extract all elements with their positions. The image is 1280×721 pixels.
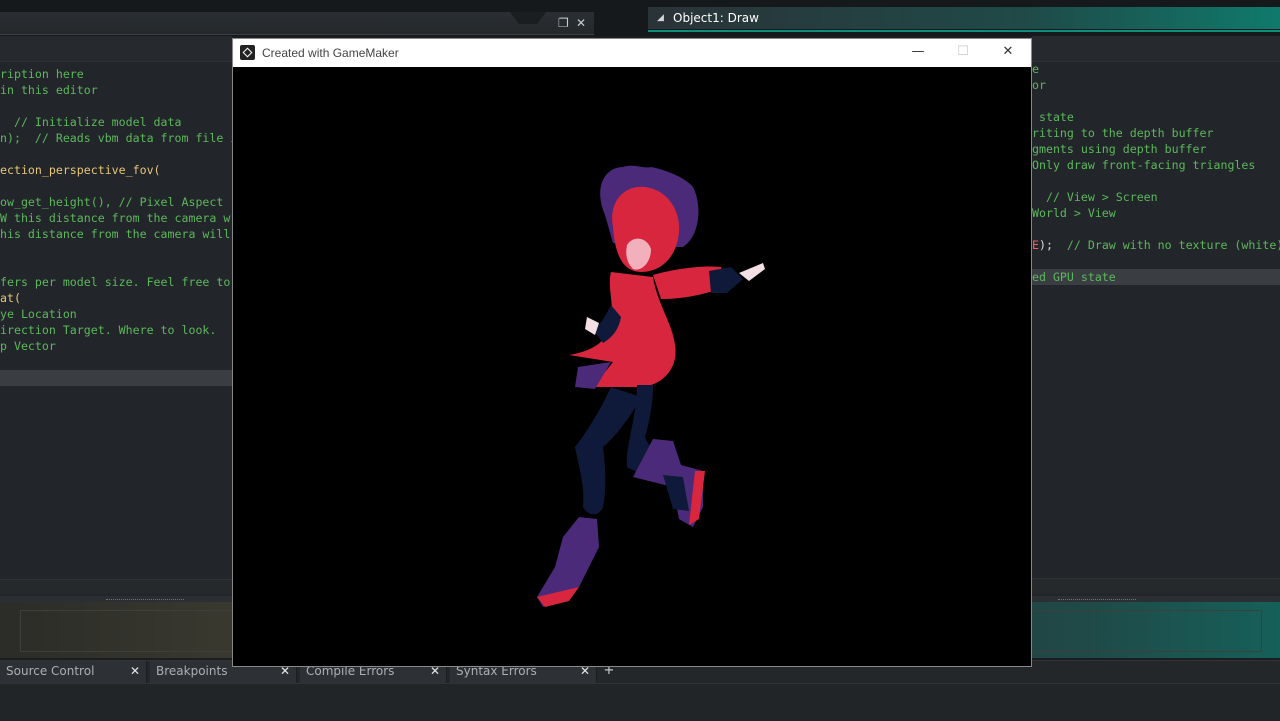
code-line: state: [1032, 110, 1074, 124]
code-line: or: [1032, 78, 1046, 92]
status-bar: [0, 683, 1280, 721]
editor-header: [0, 36, 232, 62]
game-window-titlebar[interactable]: Created with GameMaker — ☐ ✕: [233, 39, 1031, 67]
code-line: e: [1032, 62, 1039, 76]
code-line: W this distance from the camera w: [0, 211, 231, 225]
close-icon[interactable]: ✕: [130, 661, 140, 681]
code-line: at(: [0, 291, 21, 305]
code-line: ow_get_height(), // Pixel Aspect r: [0, 195, 232, 209]
tab-label: Source Control: [6, 664, 95, 678]
game-window[interactable]: Created with GameMaker — ☐ ✕: [232, 38, 1032, 667]
tab-source-control[interactable]: Source Control ✕: [0, 661, 147, 683]
code-line: in this editor: [0, 83, 98, 97]
code-line: ed GPU state: [1032, 270, 1116, 284]
code-line: World > View: [1032, 206, 1116, 220]
tab-label: Breakpoints: [156, 664, 228, 678]
tab-underline: [648, 30, 1280, 32]
code-line: ection_perspective_fov(: [0, 163, 161, 177]
code-line: his distance from the camera will: [0, 227, 231, 241]
collapse-arrow-icon[interactable]: ◢: [657, 7, 664, 29]
maximize-button[interactable]: ☐: [940, 39, 986, 67]
code-line: Only draw front-facing triangles: [1032, 158, 1256, 172]
code-line: fers per model size. Feel free to: [0, 275, 231, 289]
gamemaker-logo-icon: [240, 45, 255, 60]
code-line: irection Target. Where to look.: [0, 323, 217, 337]
character-model: [537, 165, 765, 607]
game-viewport[interactable]: [233, 67, 1031, 666]
code-line: n); // Reads vbm data from file i: [0, 131, 232, 145]
close-icon[interactable]: ✕: [576, 12, 586, 34]
horizontal-scrollbar[interactable]: [1032, 578, 1280, 593]
code-line: p Vector: [0, 339, 56, 353]
minimize-button[interactable]: —: [895, 39, 941, 67]
tab-notch: [510, 12, 546, 24]
horizontal-scrollbar[interactable]: [0, 579, 232, 594]
code-line: riting to the depth buffer: [1032, 126, 1214, 140]
restore-icon[interactable]: ❐: [558, 12, 569, 34]
code-line: // View > Screen: [1032, 190, 1158, 204]
code-line: // Initialize model data: [0, 115, 182, 129]
character-right-glove: [709, 267, 743, 293]
window-title: Created with GameMaker: [262, 46, 399, 60]
character-right-hand: [739, 263, 765, 281]
code-line: gments using depth buffer: [1032, 142, 1207, 156]
editor-header: [1032, 36, 1280, 62]
close-button[interactable]: ✕: [985, 39, 1031, 67]
code-line: ye Location: [0, 307, 77, 321]
object-draw-tab[interactable]: ◢ Object1: Draw: [648, 7, 1280, 29]
object-tab-title: Object1: Draw: [673, 11, 759, 25]
current-line-highlight: [0, 370, 232, 386]
left-editor-tab-strip: ❐ ✕: [0, 12, 594, 35]
code-line: ription here: [0, 67, 84, 81]
code-line: E); // Draw with no texture (white): [1032, 238, 1280, 252]
